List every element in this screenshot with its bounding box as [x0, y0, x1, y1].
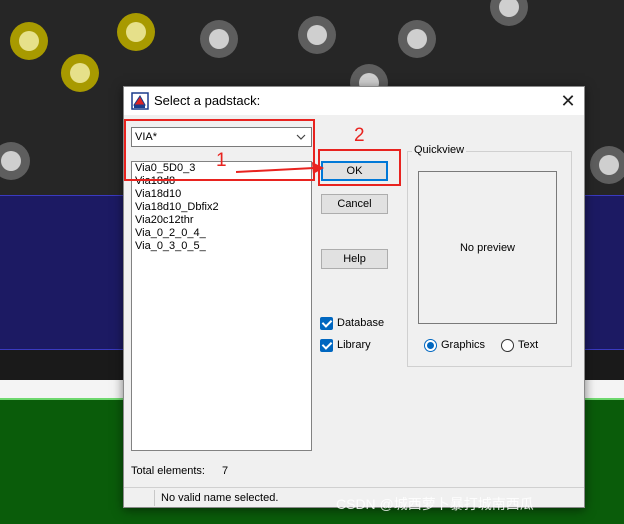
- database-label: Database: [337, 317, 385, 329]
- list-item[interactable]: Via_0_2_0_4_: [132, 227, 311, 240]
- padstack-app-icon: [131, 92, 149, 110]
- help-button[interactable]: Help: [321, 249, 388, 269]
- annotation-box-ok: [318, 149, 401, 186]
- radio-selected-icon: [424, 339, 437, 352]
- annotation-step-2: 2: [354, 125, 365, 146]
- status-divider: [154, 490, 155, 506]
- via-pad: [590, 146, 624, 184]
- dialog-titlebar: Select a padstack: ✕: [124, 87, 584, 115]
- list-item[interactable]: Via_0_3_0_5_: [132, 240, 311, 253]
- total-elements-value: 7: [222, 465, 229, 477]
- total-elements-label: Total elements:: [131, 465, 205, 477]
- padstack-listbox[interactable]: Via0_5D0_3 Via18d8 Via18d10 Via18d10_Dbf…: [131, 161, 312, 451]
- via-pad: [61, 54, 99, 92]
- via-pad: [10, 22, 48, 60]
- watermark: CSDN @城西萝卜暴打城南西瓜: [336, 496, 534, 512]
- via-pad: [0, 142, 30, 180]
- close-button[interactable]: ✕: [556, 89, 580, 113]
- via-pad: [200, 20, 238, 58]
- quickview-label: Quickview: [412, 144, 467, 156]
- via-pad: [398, 20, 436, 58]
- status-text: No valid name selected.: [161, 492, 279, 504]
- via-pad: [298, 16, 336, 54]
- via-pad: [117, 13, 155, 51]
- dialog-title: Select a padstack:: [154, 93, 261, 108]
- checkbox-checked-icon: [320, 339, 333, 352]
- preview-text: No preview: [459, 242, 516, 254]
- preview-pane: No preview: [418, 171, 557, 324]
- text-label: Text: [518, 339, 539, 351]
- graphics-label: Graphics: [441, 339, 486, 351]
- list-item[interactable]: Via18d10_Dbfix2: [132, 201, 311, 214]
- list-item[interactable]: Via18d10: [132, 188, 311, 201]
- cancel-button[interactable]: Cancel: [321, 194, 388, 214]
- annotation-arrow-icon: [236, 162, 324, 174]
- radio-unselected-icon: [501, 339, 514, 352]
- library-label: Library: [337, 339, 371, 351]
- annotation-step-1: 1: [216, 150, 227, 171]
- list-item[interactable]: Via20c12thr: [132, 214, 311, 227]
- checkbox-checked-icon: [320, 317, 333, 330]
- close-icon: ✕: [560, 91, 576, 111]
- via-pad: [490, 0, 528, 26]
